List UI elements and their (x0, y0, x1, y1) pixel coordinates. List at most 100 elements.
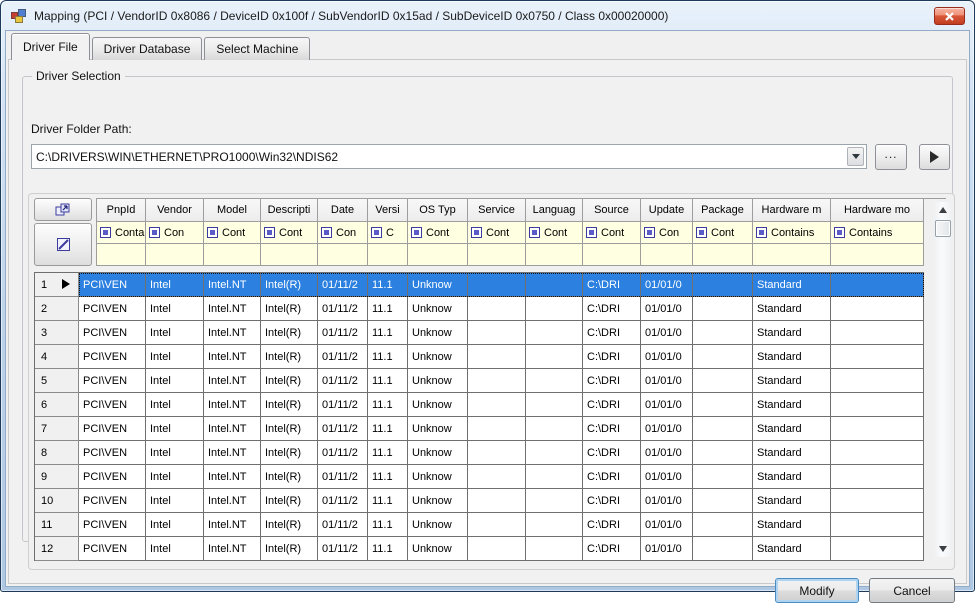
grid-cell[interactable]: Standard (753, 345, 831, 369)
grid-cell[interactable] (831, 297, 924, 321)
grid-cell[interactable]: C:\DRI (583, 369, 641, 393)
grid-cell[interactable]: Intel (146, 321, 204, 345)
contains-filter-icon[interactable] (371, 227, 382, 238)
filter-input-cell[interactable] (526, 244, 583, 266)
row-header[interactable]: 4 (35, 345, 79, 369)
titlebar[interactable]: Mapping (PCI / VendorID 0x8086 / DeviceI… (1, 1, 974, 31)
grid-cell[interactable]: C:\DRI (583, 489, 641, 513)
grid-cell[interactable]: 01/11/2 (318, 441, 368, 465)
grid-cell[interactable]: Unknow (408, 345, 468, 369)
grid-cell[interactable]: 01/11/2 (318, 513, 368, 537)
grid-cell[interactable]: Standard (753, 369, 831, 393)
contains-filter-icon[interactable] (207, 227, 218, 238)
grid-cell[interactable]: Unknow (408, 369, 468, 393)
filter-input-cell[interactable] (408, 244, 468, 266)
grid-cell[interactable]: Intel(R) (261, 345, 318, 369)
grid-cell[interactable] (526, 345, 583, 369)
row-header[interactable]: 7 (35, 417, 79, 441)
grid-cell[interactable]: 01/11/2 (318, 465, 368, 489)
grid-cell[interactable]: PCI\VEN (79, 441, 146, 465)
grid-cell[interactable]: 01/01/0 (641, 465, 693, 489)
grid-cell[interactable]: Intel (146, 417, 204, 441)
grid-cell[interactable] (831, 489, 924, 513)
grid-cell[interactable]: C:\DRI (583, 537, 641, 561)
grid-cell[interactable] (526, 321, 583, 345)
table-row[interactable]: 7PCI\VENIntelIntel.NTIntel(R)01/11/211.1… (35, 417, 924, 441)
grid-cell[interactable] (693, 393, 753, 417)
grid-cell[interactable]: Intel.NT (204, 297, 261, 321)
filter-cell[interactable]: Cont (526, 222, 583, 244)
table-row[interactable]: 1PCI\VENIntelIntel.NTIntel(R)01/11/211.1… (35, 273, 924, 297)
grid-cell[interactable] (526, 489, 583, 513)
grid-cell[interactable] (468, 345, 526, 369)
grid-cell[interactable]: 11.1 (368, 273, 408, 297)
filter-cell[interactable]: Cont (204, 222, 261, 244)
grid-cell[interactable] (468, 537, 526, 561)
grid-cell[interactable]: Unknow (408, 513, 468, 537)
column-header[interactable]: Package (693, 199, 753, 222)
run-button[interactable] (919, 144, 950, 170)
grid-cell[interactable] (831, 417, 924, 441)
grid-cell[interactable] (468, 369, 526, 393)
grid-cell[interactable]: 01/01/0 (641, 393, 693, 417)
row-header[interactable]: 8 (35, 441, 79, 465)
grid-cell[interactable]: 11.1 (368, 513, 408, 537)
grid-cell[interactable]: C:\DRI (583, 273, 641, 297)
scrollbar-thumb[interactable] (935, 220, 951, 237)
grid-cell[interactable]: 11.1 (368, 297, 408, 321)
grid-cell[interactable]: Intel.NT (204, 489, 261, 513)
row-header[interactable]: 1 (35, 273, 79, 297)
contains-filter-icon[interactable] (471, 227, 482, 238)
grid-cell[interactable]: PCI\VEN (79, 345, 146, 369)
grid-cell[interactable]: Unknow (408, 393, 468, 417)
grid-cell[interactable] (831, 513, 924, 537)
grid-cell[interactable]: PCI\VEN (79, 489, 146, 513)
tab-driver-file[interactable]: Driver File (11, 33, 90, 60)
grid-cell[interactable]: Intel(R) (261, 489, 318, 513)
table-row[interactable]: 3PCI\VENIntelIntel.NTIntel(R)01/11/211.1… (35, 321, 924, 345)
grid-cell[interactable]: 01/01/0 (641, 369, 693, 393)
grid-cell[interactable] (468, 465, 526, 489)
grid-cell[interactable]: 11.1 (368, 369, 408, 393)
grid-cell[interactable]: 01/11/2 (318, 417, 368, 441)
grid-cell[interactable]: C:\DRI (583, 345, 641, 369)
grid-cell[interactable]: PCI\VEN (79, 393, 146, 417)
driver-folder-path-input[interactable] (36, 147, 836, 166)
grid-cell[interactable]: 01/11/2 (318, 489, 368, 513)
grid-cell[interactable]: Unknow (408, 537, 468, 561)
grid-cell[interactable]: Intel(R) (261, 297, 318, 321)
grid-cell[interactable]: C:\DRI (583, 417, 641, 441)
column-header[interactable]: PnpId (96, 199, 146, 222)
filter-input-cell[interactable] (261, 244, 318, 266)
grid-cell[interactable]: Intel (146, 369, 204, 393)
grid-cell[interactable]: PCI\VEN (79, 513, 146, 537)
grid-cell[interactable] (693, 513, 753, 537)
contains-filter-icon[interactable] (321, 227, 332, 238)
row-header[interactable]: 2 (35, 297, 79, 321)
grid-cell[interactable]: 11.1 (368, 489, 408, 513)
grid-cell[interactable]: Intel.NT (204, 369, 261, 393)
row-header[interactable]: 5 (35, 369, 79, 393)
grid-cell[interactable]: 01/01/0 (641, 417, 693, 441)
driver-folder-path-combobox[interactable] (31, 144, 867, 169)
grid-cell[interactable]: 11.1 (368, 321, 408, 345)
grid-cell[interactable] (526, 417, 583, 441)
grid-cell[interactable]: Intel (146, 441, 204, 465)
grid-cell[interactable] (468, 417, 526, 441)
row-header[interactable]: 3 (35, 321, 79, 345)
grid-cell[interactable]: Unknow (408, 489, 468, 513)
grid-cell[interactable] (693, 273, 753, 297)
grid-cell[interactable]: Standard (753, 321, 831, 345)
vertical-scrollbar[interactable] (934, 202, 952, 557)
grid-cell[interactable]: Intel.NT (204, 273, 261, 297)
grid-cell[interactable] (693, 345, 753, 369)
grid-cell[interactable]: Standard (753, 273, 831, 297)
column-header[interactable]: OS Typ (408, 199, 468, 222)
grid-cell[interactable]: Intel (146, 297, 204, 321)
grid-cell[interactable] (468, 297, 526, 321)
filter-input-cell[interactable] (831, 244, 924, 266)
contains-filter-icon[interactable] (834, 227, 845, 238)
grid-cell[interactable]: Intel(R) (261, 465, 318, 489)
grid-cell[interactable]: C:\DRI (583, 465, 641, 489)
grid-cell[interactable] (831, 465, 924, 489)
